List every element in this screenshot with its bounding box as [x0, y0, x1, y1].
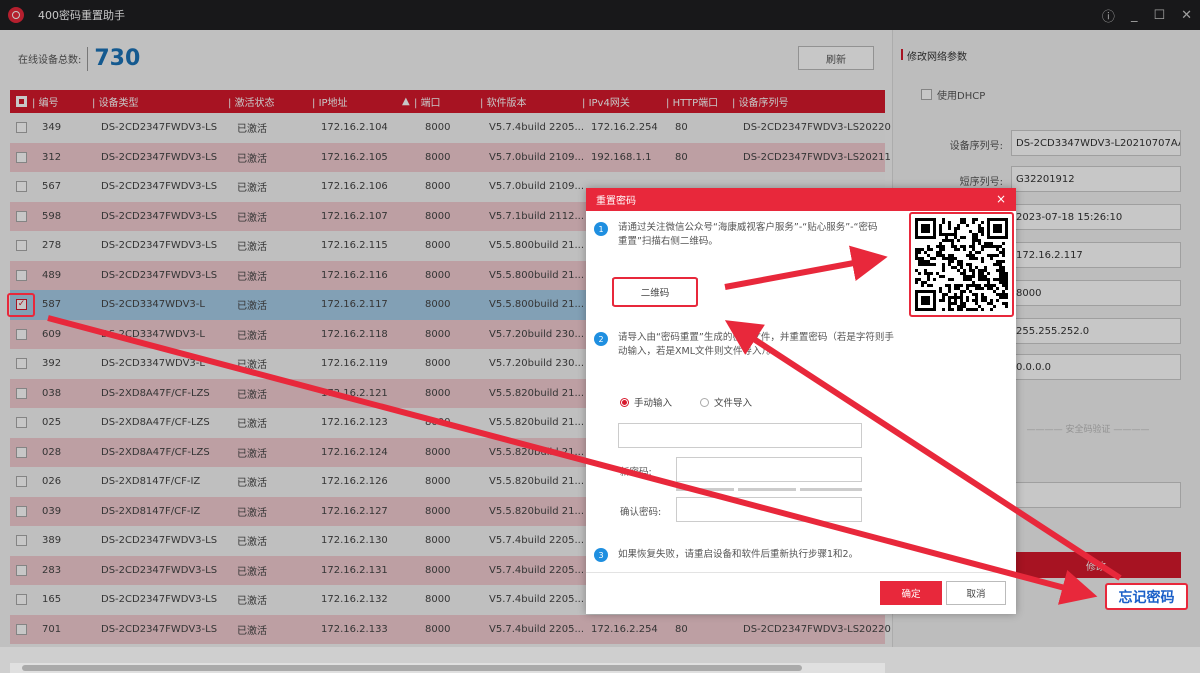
scrollbar-thumb[interactable]	[22, 665, 802, 671]
arrow-forgot-to-qr-button	[724, 320, 1122, 581]
arrow-row-to-forgot	[47, 315, 1098, 605]
horizontal-scrollbar[interactable]	[10, 663, 885, 673]
annotation-arrows	[47, 245, 1122, 605]
arrow-qr-button-to-qr	[724, 245, 888, 290]
app-window: 400密码重置助手 ⓘ _ ☐ ✕ 在线设备总数: 730 刷新 | 编号 | …	[0, 0, 1200, 673]
